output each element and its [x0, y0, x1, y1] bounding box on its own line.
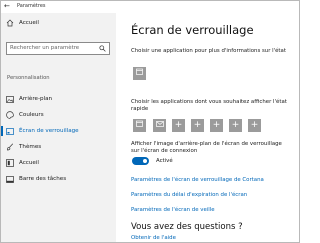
sidebar-item-label: Accueil: [19, 160, 39, 166]
detailed-status-app-button[interactable]: [133, 67, 146, 80]
questions-heading: Vous avez des questions ?: [131, 222, 243, 232]
add-app-button-2[interactable]: +: [191, 119, 204, 132]
title-bar: ← Paramètres: [1, 1, 299, 13]
sidebar-item-label: Arrière-plan: [19, 96, 53, 102]
search-input[interactable]: Rechercher un paramètre: [6, 42, 110, 55]
calendar-icon: [136, 119, 143, 132]
sidebar-item-label: Thèmes: [19, 144, 42, 150]
sidebar-item-taskbar[interactable]: Barre des tâches: [1, 172, 116, 186]
show-background-label: Afficher l'image d'arrière-plan de l'écr…: [131, 141, 282, 154]
page-title: Écran de verrouillage: [131, 23, 254, 37]
add-app-button-5[interactable]: +: [248, 119, 261, 132]
plus-icon: +: [193, 120, 202, 130]
get-help-link[interactable]: Obtenir de l'aide: [131, 235, 176, 241]
window-title: Paramètres: [17, 3, 46, 9]
toggle-knob: [143, 159, 147, 163]
detailed-status-label: Choisir une application pour plus d'info…: [131, 48, 286, 54]
show-background-toggle[interactable]: [132, 157, 149, 165]
palette-icon: [1, 111, 19, 119]
toggle-state-label: Activé: [156, 158, 173, 164]
sidebar-item-themes[interactable]: Thèmes: [1, 140, 116, 154]
brush-icon: [1, 143, 19, 151]
settings-window: ← Paramètres Accueil Rechercher un param…: [0, 0, 300, 243]
sidebar-item-lock-screen[interactable]: Écran de verrouillage: [1, 124, 116, 138]
quick-status-app-button-1[interactable]: [133, 119, 146, 132]
sidebar-item-label: Écran de verrouillage: [19, 128, 79, 134]
home-icon: [1, 19, 19, 27]
screen-timeout-settings-link[interactable]: Paramètres du délai d'expiration de l'éc…: [131, 192, 247, 198]
taskbar-icon: [1, 175, 19, 183]
image-icon: [1, 95, 19, 103]
quick-status-app-button-2[interactable]: [153, 119, 166, 132]
sidebar-item-label: Accueil: [19, 20, 39, 26]
sidebar-item-background[interactable]: Arrière-plan: [1, 92, 116, 106]
add-app-button-3[interactable]: +: [210, 119, 223, 132]
quick-status-label: Choisir les applications dont vous souha…: [131, 99, 287, 112]
search-placeholder: Rechercher un paramètre: [10, 45, 80, 51]
plus-icon: +: [231, 120, 240, 130]
plus-icon: +: [212, 120, 221, 130]
calendar-icon: [136, 67, 143, 80]
sidebar-item-start[interactable]: Accueil: [1, 156, 116, 170]
cortana-lock-screen-settings-link[interactable]: Paramètres de l'écran de verrouillage de…: [131, 177, 264, 183]
search-icon[interactable]: [99, 45, 106, 57]
mail-icon: [155, 119, 164, 132]
main-content: Écran de verrouillage Choisir une applic…: [116, 13, 299, 242]
plus-icon: +: [174, 120, 183, 130]
back-arrow-icon[interactable]: ←: [4, 2, 10, 11]
plus-icon: +: [250, 120, 259, 130]
selection-indicator: [1, 126, 3, 136]
add-app-button-1[interactable]: +: [172, 119, 185, 132]
sidebar-item-label: Couleurs: [19, 112, 44, 118]
sidebar-item-home[interactable]: Accueil: [1, 16, 116, 30]
section-heading: Personnalisation: [7, 75, 50, 81]
add-app-button-4[interactable]: +: [229, 119, 242, 132]
lock-screen-icon: [1, 127, 19, 135]
sidebar-item-label: Barre des tâches: [19, 176, 67, 182]
start-icon: [1, 159, 19, 167]
screen-saver-settings-link[interactable]: Paramètres de l'écran de veille: [131, 207, 215, 213]
sidebar-item-colors[interactable]: Couleurs: [1, 108, 116, 122]
sidebar: Accueil Rechercher un paramètre Personna…: [1, 13, 116, 242]
